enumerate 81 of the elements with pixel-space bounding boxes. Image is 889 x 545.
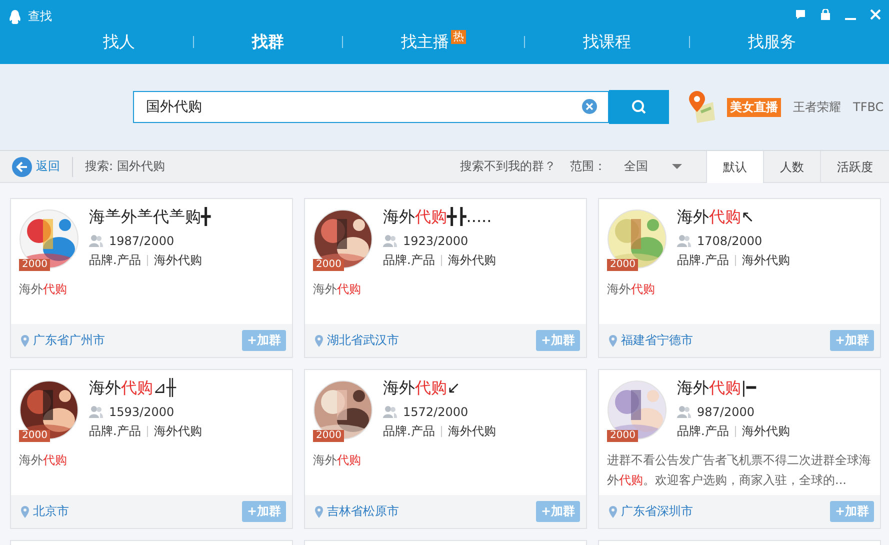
lock-icon[interactable] — [820, 9, 831, 20]
member-count: 987/2000 — [697, 405, 754, 419]
category-tag: 海外代购 — [742, 252, 790, 269]
member-count: 1593/2000 — [109, 405, 174, 419]
group-name[interactable]: 海外代购|━ — [677, 378, 790, 399]
sort-tab[interactable]: 人数 — [763, 150, 820, 182]
location-text[interactable]: 湖北省武汉市 — [327, 332, 399, 349]
category-tag: 品牌.产品 — [89, 423, 141, 440]
location-pin-icon — [21, 506, 29, 518]
location-pin-icon — [609, 506, 617, 518]
back-button[interactable]: 返回 — [0, 156, 73, 176]
group-description: 海外代购 — [313, 452, 362, 469]
members-icon — [383, 235, 397, 247]
group-description: 海外代购 — [313, 281, 362, 298]
members-icon — [677, 406, 691, 418]
member-count: 1923/2000 — [403, 234, 468, 248]
members-icon — [677, 235, 691, 247]
map-pin-icon[interactable] — [687, 90, 717, 124]
location-text[interactable]: 广东省深圳市 — [621, 503, 693, 520]
search-icon — [631, 99, 647, 115]
hot-badge: 热 — [451, 30, 466, 44]
group-name[interactable]: 海外代购⊿╫ — [89, 378, 202, 399]
location-text[interactable]: 福建省宁德市 — [621, 332, 693, 349]
level-badge: 2000 — [313, 259, 344, 271]
members-icon — [89, 235, 103, 247]
member-count: 1987/2000 — [109, 234, 174, 248]
tab[interactable]: 找人 — [87, 30, 151, 54]
hot-tag[interactable]: 美女直播 — [727, 98, 781, 116]
location-pin-icon — [315, 506, 323, 518]
location-pin-icon — [609, 334, 617, 346]
close-icon[interactable] — [870, 9, 881, 20]
group-name[interactable]: 海外代购↙ — [383, 378, 496, 399]
hot-link[interactable]: TFBC — [853, 100, 884, 114]
category-tag: 海外代购 — [448, 252, 496, 269]
category-tag: 品牌.产品 — [677, 423, 729, 440]
member-count: 1572/2000 — [403, 405, 468, 419]
location-pin-icon — [315, 334, 323, 346]
feedback-icon[interactable] — [795, 9, 806, 20]
location-pin-icon — [21, 334, 29, 346]
range-dropdown[interactable]: 全国 — [624, 158, 682, 175]
level-badge: 2000 — [19, 259, 50, 271]
location-text[interactable]: 北京市 — [33, 503, 69, 520]
category-tag: 海外代购 — [448, 423, 496, 440]
members-icon — [383, 406, 397, 418]
location-text[interactable]: 吉林省松原市 — [327, 503, 399, 520]
clear-icon[interactable] — [582, 99, 597, 114]
group-name[interactable]: 海外代购↖ — [677, 207, 790, 228]
group-name[interactable]: 海外代购╋┣..... — [383, 207, 496, 228]
level-badge: 2000 — [607, 259, 638, 271]
level-badge: 2000 — [19, 430, 50, 442]
window-title: 查找 — [28, 8, 52, 25]
penguin-icon — [8, 8, 22, 24]
hot-link[interactable]: 王者荣耀 — [793, 98, 841, 116]
group-name[interactable]: 海⺷外⺷代⺷购╋ — [89, 207, 211, 228]
search-query-text: 搜索: 国外代购 — [85, 158, 166, 175]
search-field[interactable]: 国外代购 — [133, 91, 609, 123]
tab[interactable]: 找服务 — [732, 30, 812, 54]
category-tag: 海外代购 — [154, 252, 202, 269]
category-tag: 品牌.产品 — [383, 423, 435, 440]
help-link[interactable]: 搜索不到我的群？ — [460, 158, 556, 175]
category-tag: 品牌.产品 — [383, 252, 435, 269]
sort-tab[interactable]: 默认 — [706, 150, 763, 182]
member-count: 1708/2000 — [697, 234, 762, 248]
category-tag: 品牌.产品 — [89, 252, 141, 269]
group-description: 海外代购 — [19, 452, 68, 469]
level-badge: 2000 — [607, 430, 638, 442]
caret-icon — [672, 164, 682, 170]
category-tag: 海外代购 — [154, 423, 202, 440]
range-label: 范围： — [570, 158, 606, 175]
group-description: 海外代购 — [19, 281, 68, 298]
tab[interactable]: 找主播 热 — [385, 30, 482, 54]
search-button[interactable] — [609, 90, 669, 124]
level-badge: 2000 — [313, 430, 344, 442]
group-description: 进群不看公告发广告者飞机票不得二次进群全球海外代购。欢迎客户选购，商家入驻，全球的... — [607, 452, 872, 489]
category-tag: 品牌.产品 — [677, 252, 729, 269]
sort-tab[interactable]: 活跃度 — [820, 150, 889, 182]
tab[interactable]: 找课程 — [567, 30, 647, 54]
category-tag: 海外代购 — [742, 423, 790, 440]
group-description: 海外代购 — [607, 281, 656, 298]
members-icon — [89, 406, 103, 418]
location-text[interactable]: 广东省广州市 — [33, 332, 105, 349]
